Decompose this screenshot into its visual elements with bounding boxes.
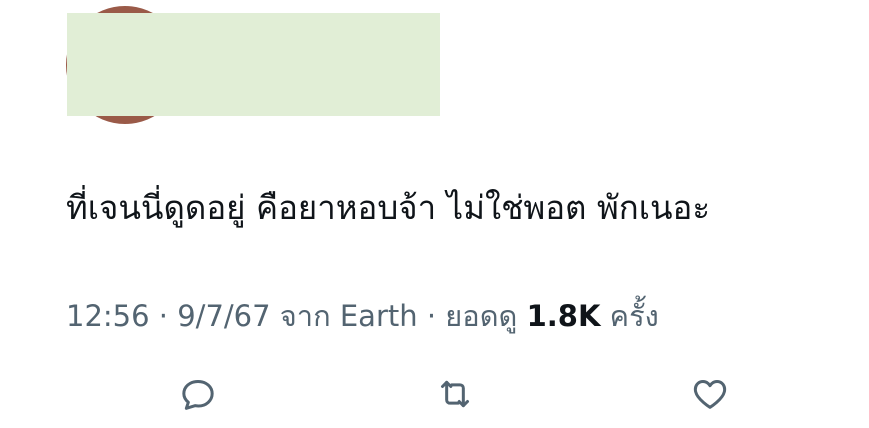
heart-icon [693, 380, 727, 409]
views-prefix: ยอดดู [445, 299, 518, 333]
views-count[interactable]: 1.8K [527, 299, 601, 333]
retweet-button[interactable] [433, 372, 477, 416]
like-button[interactable] [688, 372, 732, 416]
separator: · [158, 299, 169, 333]
views-suffix: ครั้ง [609, 299, 659, 333]
tweet-metadata: 12:56 · 9/7/67 จาก Earth · ยอดดู 1.8K คร… [66, 296, 659, 336]
reply-icon [182, 380, 214, 410]
source-prefix: จาก [279, 299, 331, 333]
tweet-date[interactable]: 9/7/67 [177, 299, 270, 333]
redacted-user-info [67, 13, 440, 116]
action-bar [0, 372, 869, 416]
reply-button[interactable] [176, 372, 220, 416]
tweet-time[interactable]: 12:56 [66, 299, 150, 333]
tweet-text: ที่เจนนี่ดูดอยู่ คือยาหอบจ้า ไม่ใช่พอต พ… [66, 188, 711, 227]
separator: · [426, 299, 437, 333]
retweet-icon [441, 380, 469, 408]
tweet-source[interactable]: Earth [340, 299, 418, 333]
